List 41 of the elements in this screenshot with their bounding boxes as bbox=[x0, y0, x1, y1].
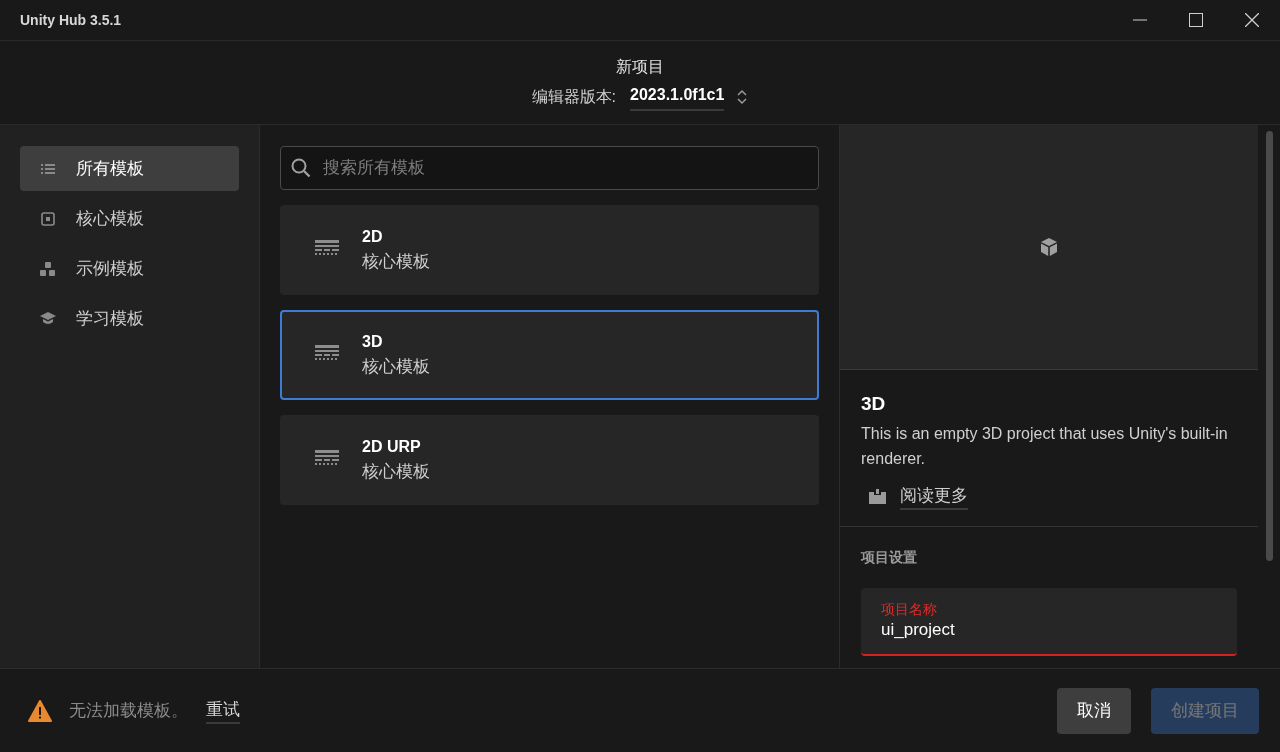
minimize-icon bbox=[1133, 19, 1147, 21]
maximize-icon bbox=[1189, 13, 1203, 27]
sidebar-item[interactable]: 学习模板 bbox=[20, 296, 239, 341]
search-icon bbox=[291, 158, 311, 178]
template-card[interactable]: 3D 核心模板 bbox=[280, 310, 819, 400]
project-name-field[interactable]: 项目名称 ui_project bbox=[861, 588, 1237, 656]
version-label: 编辑器版本: bbox=[531, 86, 617, 107]
sidebar-item[interactable]: 所有模板 bbox=[20, 146, 239, 191]
template-name: 2D bbox=[362, 227, 384, 248]
graduation-cap-icon bbox=[40, 312, 56, 325]
template-category: 核心模板 bbox=[362, 356, 430, 379]
read-more-link[interactable]: 阅读更多 bbox=[869, 482, 968, 510]
template-category: 核心模板 bbox=[362, 251, 430, 274]
template-name: 3D bbox=[362, 332, 384, 353]
field-label: 项目名称 bbox=[881, 601, 938, 617]
package-icon bbox=[869, 488, 886, 504]
project-name-input[interactable]: ui_project bbox=[881, 617, 1217, 643]
retry-link[interactable]: 重试 bbox=[206, 696, 240, 725]
list-icon bbox=[41, 162, 55, 175]
template-name: 2D URP bbox=[362, 437, 422, 458]
template-card[interactable]: 2D URP 核心模板 bbox=[280, 415, 819, 505]
chevron-up-down-icon bbox=[736, 87, 749, 106]
cancel-button[interactable]: 取消 bbox=[1057, 687, 1131, 734]
warning-icon bbox=[28, 699, 52, 722]
sidebar-item[interactable]: 核心模板 bbox=[20, 196, 239, 241]
window-title: Unity Hub 3.5.1 bbox=[20, 10, 122, 30]
page-title: 新项目 bbox=[616, 56, 664, 77]
blocks-icon bbox=[40, 261, 56, 276]
close-icon bbox=[1245, 13, 1259, 27]
template-card[interactable]: 2D 核心模板 bbox=[280, 205, 819, 295]
search-field[interactable]: 搜索所有模板 bbox=[280, 146, 819, 190]
scrollbar-thumb[interactable] bbox=[1265, 131, 1273, 561]
template-description: This is an empty 3D project that uses Unity's built-in renderer. bbox=[861, 423, 1229, 469]
template-category: 核心模板 bbox=[362, 461, 430, 484]
cube-icon bbox=[1039, 237, 1059, 257]
version-value: 2023.1.0f1c1 bbox=[630, 82, 725, 111]
section-heading: 项目设置 bbox=[861, 548, 918, 567]
template-title: 3D bbox=[861, 392, 887, 416]
version-dropdown[interactable]: 2023.1.0f1c1 bbox=[630, 82, 749, 111]
warning-message: 无法加载模板。 bbox=[69, 699, 188, 722]
sidebar-item[interactable]: 示例模板 bbox=[20, 246, 239, 291]
